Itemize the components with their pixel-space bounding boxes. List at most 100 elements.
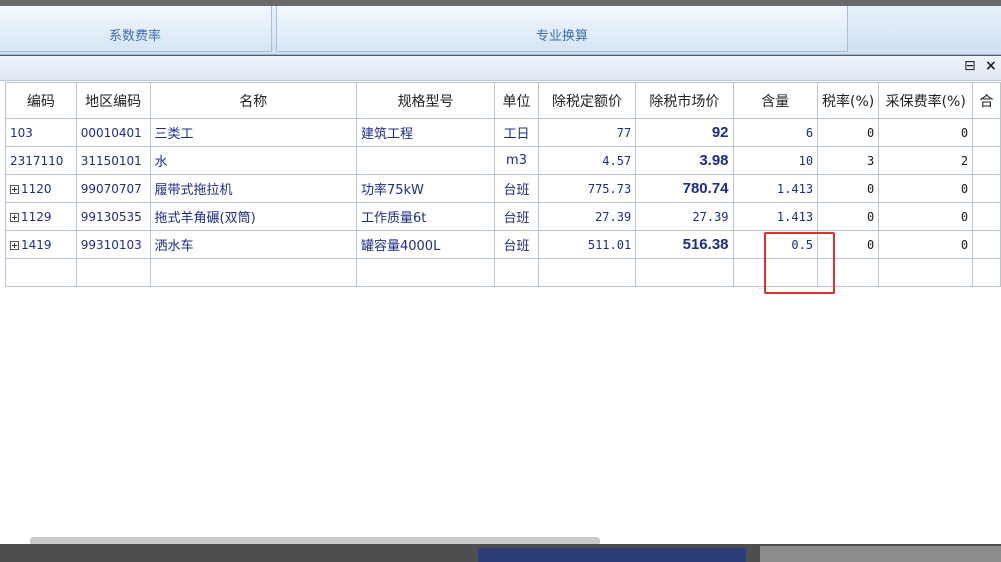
empty-cell[interactable] [635,258,734,287]
tax-rate-cell[interactable]: 3 [817,146,880,175]
quantity-cell[interactable]: 1.413 [732,174,819,203]
table-row[interactable]: 103 00010401 三类工 建筑工程 工日 77 92 6 0 0 [5,118,1001,147]
column-header[interactable]: 含量 [732,82,819,119]
unit-cell[interactable]: 台班 [494,174,539,203]
region-code-cell[interactable]: 99310103 [75,230,151,259]
tax-rate-cell-text: 0 [867,181,875,196]
code-cell[interactable]: 1129 [5,202,77,231]
market-price-cell[interactable]: 3.98 [635,146,734,175]
column-header[interactable]: 地区编码 [75,82,151,119]
unit-cell-text: 台班 [503,211,530,226]
quota-price-cell[interactable]: 27.39 [537,202,637,231]
spec-cell[interactable]: 功率75kW [355,174,496,203]
code-cell-text: 1129 [21,209,52,224]
expand-icon[interactable] [10,212,19,222]
quantity-cell[interactable]: 10 [732,146,819,175]
code-cell[interactable]: 1120 [5,174,77,203]
unit-cell[interactable]: m3 [494,146,539,175]
total-cell[interactable] [972,230,1001,259]
spec-cell[interactable]: 工作质量6t [355,202,496,231]
region-code-cell[interactable]: 00010401 [75,118,151,147]
name-cell[interactable]: 履带式拖拉机 [149,174,357,203]
fee-rate-cell[interactable]: 0 [878,118,974,147]
empty-cell[interactable] [972,258,1001,287]
quantity-highlight-box [764,232,835,294]
spec-cell[interactable]: 建筑工程 [355,118,496,147]
market-price-cell[interactable]: 27.39 [635,202,734,231]
empty-cell[interactable] [5,258,77,287]
name-cell[interactable]: 拖式羊角碾(双筒) [149,202,357,231]
region-code-cell[interactable]: 31150101 [75,146,151,175]
total-cell[interactable] [972,118,1001,147]
quantity-cell[interactable]: 1.413 [732,202,819,231]
empty-cell[interactable] [878,258,974,287]
tax-rate-cell[interactable]: 0 [817,174,880,203]
pin-icon[interactable]: ⊟ [964,58,976,74]
empty-cell[interactable] [494,258,539,287]
total-cell[interactable] [972,146,1001,175]
fee-rate-cell[interactable]: 0 [878,202,974,231]
quota-price-cell[interactable]: 775.73 [537,174,637,203]
name-cell[interactable]: 三类工 [149,118,357,147]
table-row-empty[interactable] [5,258,1001,287]
close-icon[interactable]: × [985,58,997,74]
market-price-cell[interactable]: 780.74 [635,174,734,203]
tax-rate-cell[interactable]: 0 [817,118,880,147]
expand-icon[interactable] [10,184,19,194]
total-cell[interactable] [972,174,1001,203]
fee-rate-cell[interactable]: 0 [878,230,974,259]
quantity-cell[interactable]: 6 [732,118,819,147]
spec-cell[interactable] [355,146,496,175]
quota-price-cell[interactable]: 511.01 [537,230,637,259]
expand-icon[interactable] [10,240,19,250]
quota-price-cell[interactable]: 4.57 [537,146,637,175]
tab-label: 系数费率 [108,29,161,44]
empty-cell[interactable] [75,258,151,287]
column-header[interactable]: 单位 [494,82,539,119]
table-row[interactable]: 1129 99130535 拖式羊角碾(双筒) 工作质量6t 台班 27.39 27.39 1… [5,202,1001,231]
taskbar-window [478,548,746,562]
table-row[interactable]: 1419 99310103 洒水车 罐容量4000L 台班 511.01 516.38 0.5… [5,230,1001,259]
table-body: 103 00010401 三类工 建筑工程 工日 77 92 6 0 0 2317110 311501… [5,118,1001,287]
column-header[interactable]: 税率(%) [817,82,880,119]
market-price-cell[interactable]: 92 [635,118,734,147]
column-header[interactable]: 除税市场价 [635,82,734,119]
fee-rate-cell[interactable]: 2 [878,146,974,175]
region-code-cell-text: 99070707 [80,181,142,196]
quota-price-cell[interactable]: 77 [537,118,637,147]
name-cell-text: 三类工 [154,127,194,142]
region-code-cell[interactable]: 99130535 [75,202,151,231]
empty-cell[interactable] [537,258,637,287]
market-price-cell[interactable]: 516.38 [635,230,734,259]
column-header[interactable]: 规格型号 [355,82,496,119]
unit-cell[interactable]: 工日 [494,118,539,147]
tax-rate-cell-text: 0 [867,209,875,224]
empty-cell[interactable] [355,258,496,287]
fee-rate-cell-text: 0 [960,181,969,196]
fee-rate-cell[interactable]: 0 [878,174,974,203]
column-header[interactable]: 采保费率(%) [878,82,974,119]
unit-cell[interactable]: 台班 [494,202,539,231]
tab-specialty-conversion[interactable]: 专业换算 [276,6,848,52]
spec-cell[interactable]: 罐容量4000L [355,230,496,259]
column-header[interactable]: 名称 [149,82,357,119]
empty-cell[interactable] [149,258,357,287]
code-cell[interactable]: 103 [5,118,77,147]
code-cell[interactable]: 2317110 [5,146,77,175]
quota-price-cell-text: 511.01 [587,237,632,252]
total-cell[interactable] [972,202,1001,231]
region-code-cell[interactable]: 99070707 [75,174,151,203]
column-header[interactable]: 除税定额价 [537,82,637,119]
code-cell[interactable]: 1419 [5,230,77,259]
unit-cell[interactable]: 台班 [494,230,539,259]
table-row[interactable]: 2317110 31150101 水 m3 4.57 3.98 10 3 2 [5,146,1001,175]
name-cell-text: 拖式羊角碾(双筒) [154,211,256,226]
column-header[interactable]: 合 [972,82,1001,119]
quota-price-cell-text: 27.39 [595,209,632,224]
name-cell[interactable]: 水 [149,146,357,175]
tab-coefficient-rates[interactable]: 系数费率 [0,6,272,52]
column-header[interactable]: 编码 [5,82,77,119]
tax-rate-cell[interactable]: 0 [817,202,880,231]
table-row[interactable]: 1120 99070707 履带式拖拉机 功率75kW 台班 775.73 780.74 1.… [5,174,1001,203]
name-cell[interactable]: 洒水车 [149,230,357,259]
